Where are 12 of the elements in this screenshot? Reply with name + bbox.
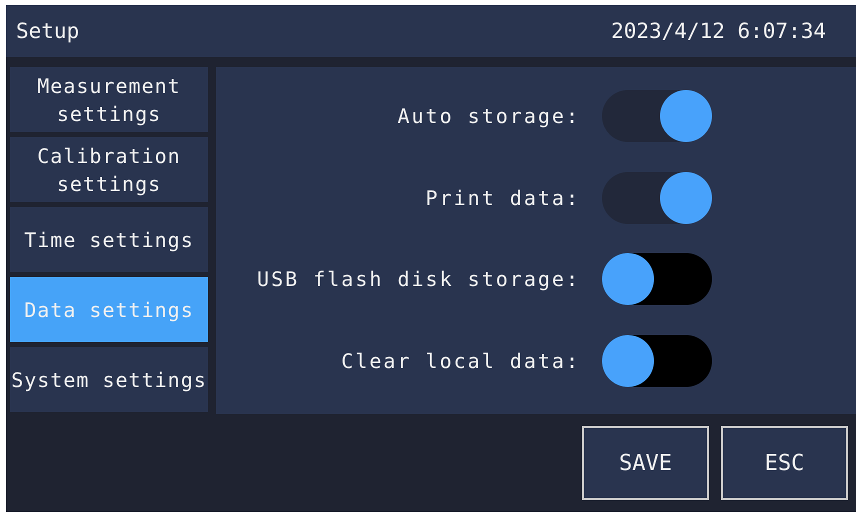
sidebar-tab[interactable]: Calibration settings	[10, 137, 208, 202]
sidebar-tab[interactable]: System settings	[10, 347, 208, 412]
escape-button[interactable]: ESC	[721, 426, 848, 500]
setting-label: USB flash disk storage:	[257, 267, 580, 292]
screen-title: Setup	[16, 19, 80, 43]
setting-label: Print data:	[426, 186, 580, 210]
date-time: 2023/4/12 6:07:34	[611, 19, 826, 43]
save-button[interactable]: SAVE	[582, 426, 709, 500]
setting-label: Auto storage:	[397, 104, 580, 128]
sidebar-tab[interactable]: Measurement settings	[10, 67, 208, 132]
sidebar-tab[interactable]: Time settings	[10, 207, 208, 272]
setting-label: Clear local data:	[341, 349, 580, 374]
